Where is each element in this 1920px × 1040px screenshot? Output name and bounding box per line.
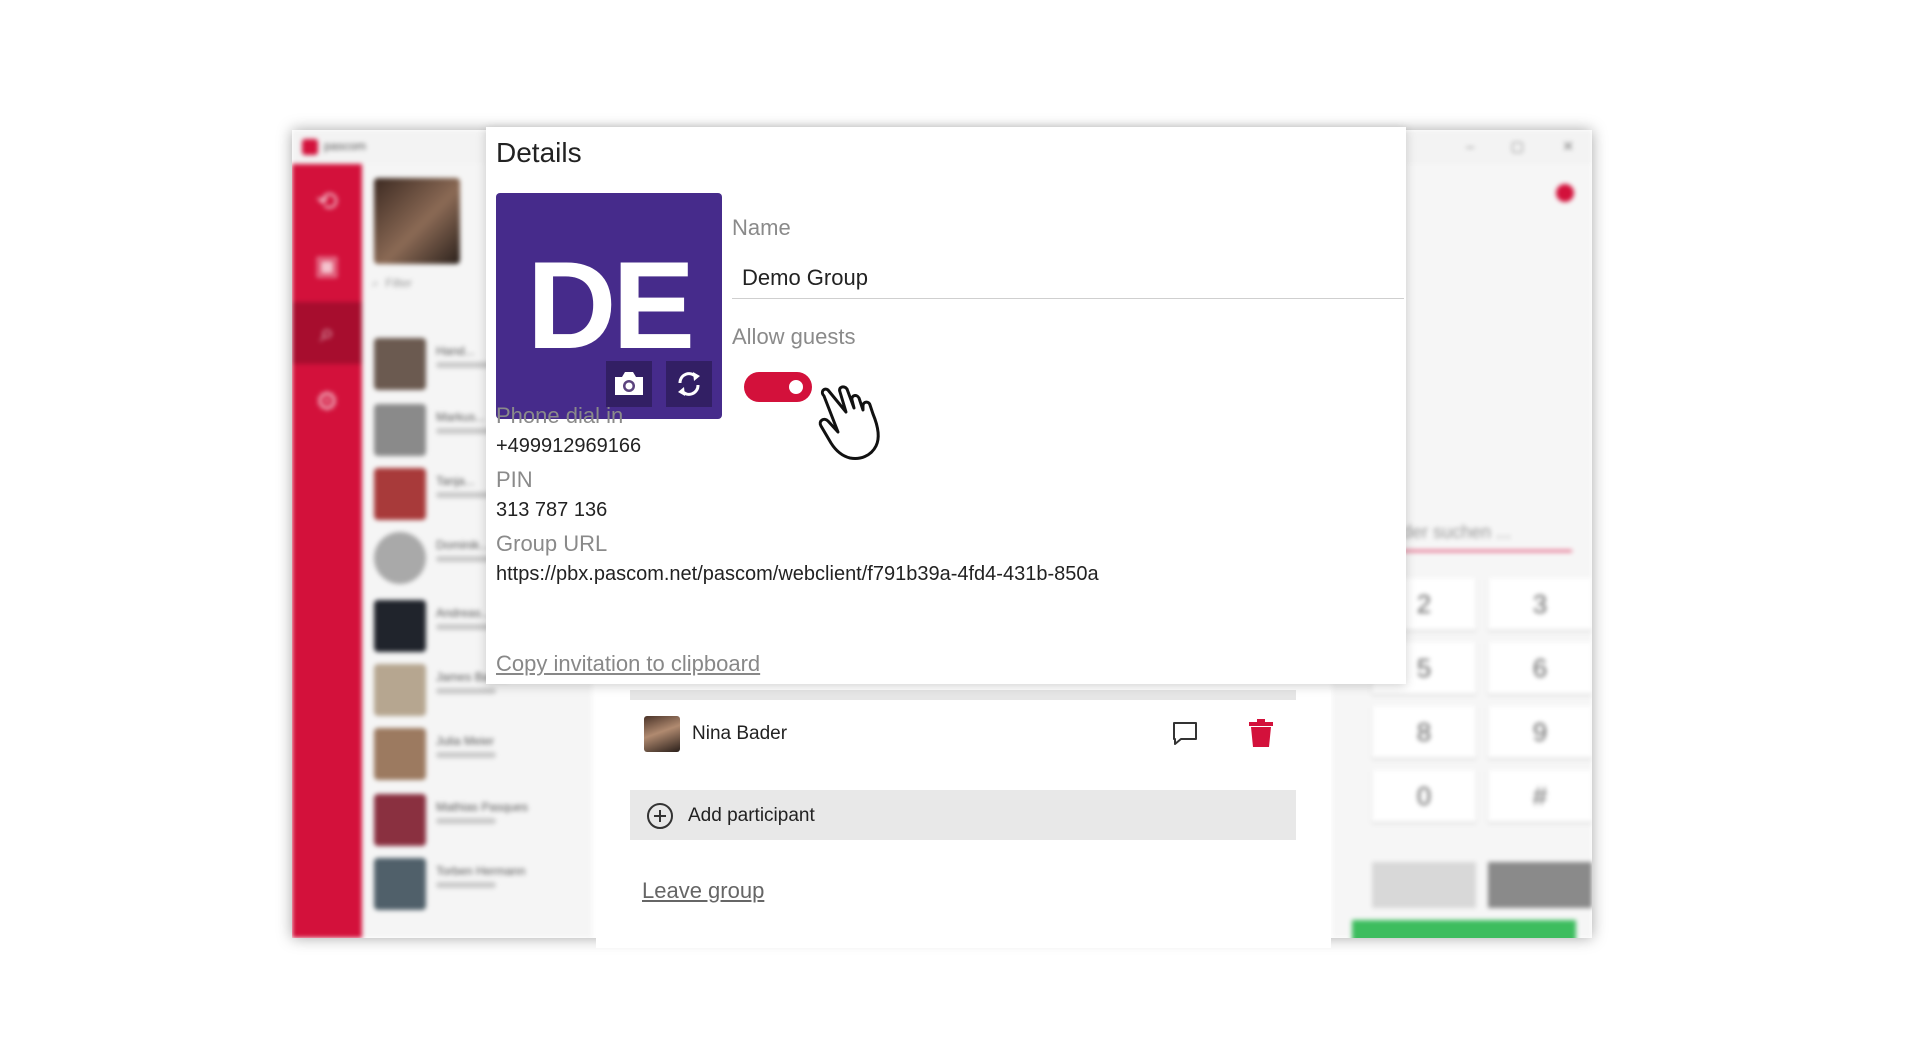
contact-name: Andreas... xyxy=(436,606,491,620)
avatar xyxy=(374,532,426,584)
settings-icon[interactable]: ⚙ xyxy=(292,370,362,432)
allow-guests-toggle[interactable] xyxy=(744,372,812,402)
contact-name: Mathias Pasques xyxy=(436,800,529,814)
navigation-rail: ⟲ ▣ ⌕ ⚙ xyxy=(292,164,362,938)
pin-value: 313 787 136 xyxy=(496,499,608,521)
history-icon[interactable]: ⟲ xyxy=(292,170,362,232)
details-dialog: Details DE Name Allow guests Phone dial … xyxy=(486,127,1406,684)
maximize-button[interactable]: ▢ xyxy=(1511,138,1524,155)
name-label: Name xyxy=(732,215,791,240)
list-item[interactable]: Torben Hermann xyxy=(374,854,584,912)
avatar xyxy=(374,338,426,390)
dialog-title: Details xyxy=(496,137,582,168)
avatar xyxy=(374,600,426,652)
dial-key[interactable]: 8 xyxy=(1372,706,1476,758)
contact-name: Dominik... xyxy=(436,538,490,552)
phone-dial-in-value: +499912969166 xyxy=(496,435,642,457)
list-item[interactable]: Julia Meier xyxy=(374,724,584,782)
copy-invitation-link[interactable]: Copy invitation to clipboard xyxy=(496,651,760,677)
participant-name: Nina Bader xyxy=(692,723,788,744)
add-participant-button[interactable]: Add participant xyxy=(630,790,1296,840)
leave-group-link[interactable]: Leave group xyxy=(642,878,764,904)
app-logo xyxy=(302,139,318,155)
contact-status xyxy=(436,752,496,758)
dial-key[interactable]: 3 xyxy=(1488,578,1592,630)
contact-name: Tanja... xyxy=(436,474,475,488)
chat-bubble-icon[interactable] xyxy=(1170,718,1200,748)
phone-dial-in-label: Phone dial in xyxy=(496,403,624,428)
group-url-label: Group URL xyxy=(496,531,608,556)
group-participants-panel: Nina Bader Add participant Leave group xyxy=(596,690,1331,948)
avatar xyxy=(374,664,426,716)
toggle-knob xyxy=(789,380,803,394)
avatar xyxy=(374,858,426,910)
avatar-initials: DE xyxy=(526,237,695,375)
regenerate-avatar-button[interactable] xyxy=(666,361,712,407)
plus-circle-icon xyxy=(647,803,673,829)
search-icon[interactable]: ⌕ xyxy=(292,302,362,364)
contact-name: Julia Meier xyxy=(436,734,495,748)
dial-key[interactable]: 6 xyxy=(1488,642,1592,694)
group-url-value: https://pbx.pascom.net/pascom/webclient/… xyxy=(496,563,1099,585)
dial-key[interactable]: 0 xyxy=(1372,770,1476,822)
pin-label: PIN xyxy=(496,467,533,492)
participant-row[interactable]: Nina Bader xyxy=(630,708,1296,758)
secondary-call-button[interactable] xyxy=(1372,862,1476,908)
change-photo-button[interactable] xyxy=(606,361,652,407)
add-participant-label: Add participant xyxy=(688,805,815,826)
minimize-button[interactable]: – xyxy=(1466,138,1474,154)
allow-guests-label: Allow guests xyxy=(732,324,856,349)
participant-row-partial xyxy=(630,690,1296,700)
trash-icon[interactable] xyxy=(1248,718,1274,748)
contact-status xyxy=(436,818,496,824)
avatar xyxy=(644,716,680,752)
avatar xyxy=(374,728,426,780)
group-avatar: DE xyxy=(496,193,722,419)
avatar xyxy=(374,468,426,520)
contact-status xyxy=(436,882,496,888)
avatar xyxy=(374,404,426,456)
call-button[interactable] xyxy=(1352,920,1576,938)
app-name: pascom xyxy=(324,139,367,153)
dial-key[interactable]: 9 xyxy=(1488,706,1592,758)
camera-icon xyxy=(615,372,643,395)
hand-pointer-icon xyxy=(818,385,880,460)
contact-name: Hand... xyxy=(436,344,475,358)
list-item[interactable]: Mathias Pasques xyxy=(374,790,584,848)
contacts-icon[interactable]: ▣ xyxy=(292,234,362,296)
avatar xyxy=(374,794,426,846)
close-button[interactable]: ✕ xyxy=(1562,138,1574,155)
video-button[interactable] xyxy=(1488,862,1592,908)
contact-status xyxy=(436,688,496,694)
gear-icon[interactable] xyxy=(1556,184,1574,202)
group-name-input[interactable] xyxy=(732,257,1404,299)
refresh-icon xyxy=(678,372,700,396)
contact-name: Torben Hermann xyxy=(436,864,526,878)
avatar[interactable] xyxy=(374,178,460,264)
contact-name: Markus... xyxy=(436,410,486,424)
dial-key[interactable]: # xyxy=(1488,770,1592,822)
